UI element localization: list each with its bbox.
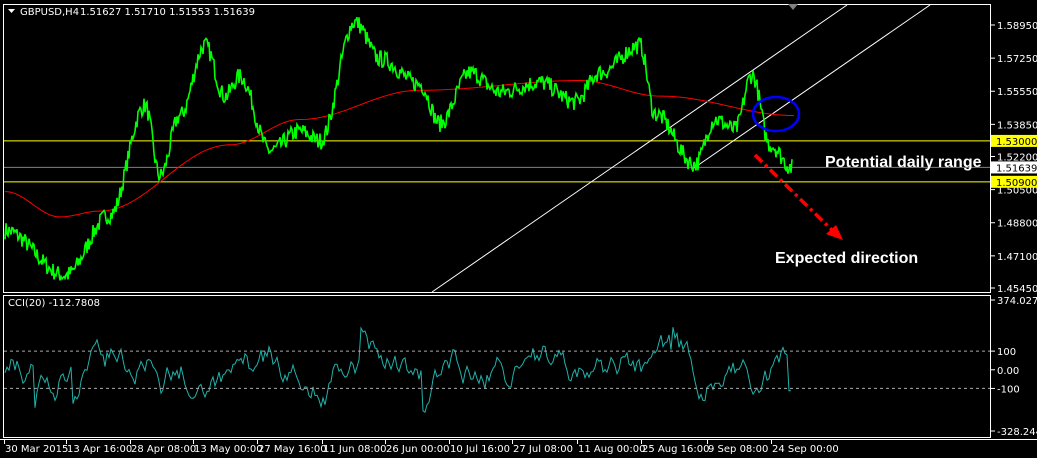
cci-label: CCI(20) -112.7808 xyxy=(8,298,100,309)
time-tick-label: 10 Jul 16:00 xyxy=(450,444,510,455)
time-tick-label: 25 Aug 16:00 xyxy=(642,444,709,455)
cci-tick-label: -328.2446 xyxy=(997,427,1037,438)
price-tick-label: 1.55550 xyxy=(997,87,1037,98)
price-tick-label: 1.57250 xyxy=(997,54,1037,65)
cci-tick-label: 374.0279 xyxy=(997,296,1037,307)
time-tick-label: 11 Aug 00:00 xyxy=(578,444,645,455)
level-1.53000-label: 1.53000 xyxy=(996,137,1037,148)
time-tick-label: 13 May 00:00 xyxy=(194,444,263,455)
current-price-label: 1.51639 xyxy=(996,163,1037,174)
price-tick-label: 1.58950 xyxy=(997,21,1037,32)
cci-tick-label: 100 xyxy=(997,347,1016,358)
time-tick-label: 24 Sep 00:00 xyxy=(772,444,839,455)
chart-canvas[interactable]: Potential daily range Expected direction… xyxy=(0,0,1037,458)
time-tick-label: 11 Jun 08:00 xyxy=(323,444,387,455)
time-tick-label: 9 Sep 08:00 xyxy=(708,444,768,455)
price-tick-label: 1.45450 xyxy=(997,284,1037,295)
range-annotation: Potential daily range xyxy=(825,154,982,171)
direction-annotation: Expected direction xyxy=(775,250,918,267)
symbol-label: GBPUSD,H4 xyxy=(20,7,79,18)
time-tick-label: 26 Jun 00:00 xyxy=(386,444,450,455)
time-tick-label: 27 May 16:00 xyxy=(258,444,327,455)
time-tick-label: 13 Apr 16:00 xyxy=(67,444,132,455)
cci-tick-label: 0.00 xyxy=(997,366,1019,377)
time-tick-label: 30 Mar 2015 xyxy=(5,444,68,455)
cci-tick-label: -100 xyxy=(997,384,1020,395)
time-tick-label: 28 Apr 08:00 xyxy=(131,444,196,455)
price-axis: 1.589501.572501.555501.538501.522001.505… xyxy=(991,21,1037,295)
ohlc-values: 1.51627 1.51710 1.51553 1.51639 xyxy=(80,7,255,18)
price-tick-label: 1.47100 xyxy=(997,252,1037,263)
level-1.50900-label: 1.50900 xyxy=(996,178,1037,189)
time-tick-label: 27 Jul 08:00 xyxy=(513,444,573,455)
price-tick-label: 1.53850 xyxy=(997,120,1037,131)
price-tick-label: 1.48800 xyxy=(997,219,1037,230)
chart-header: GBPUSD,H4 1.51627 1.51710 1.51553 1.5163… xyxy=(8,7,255,18)
